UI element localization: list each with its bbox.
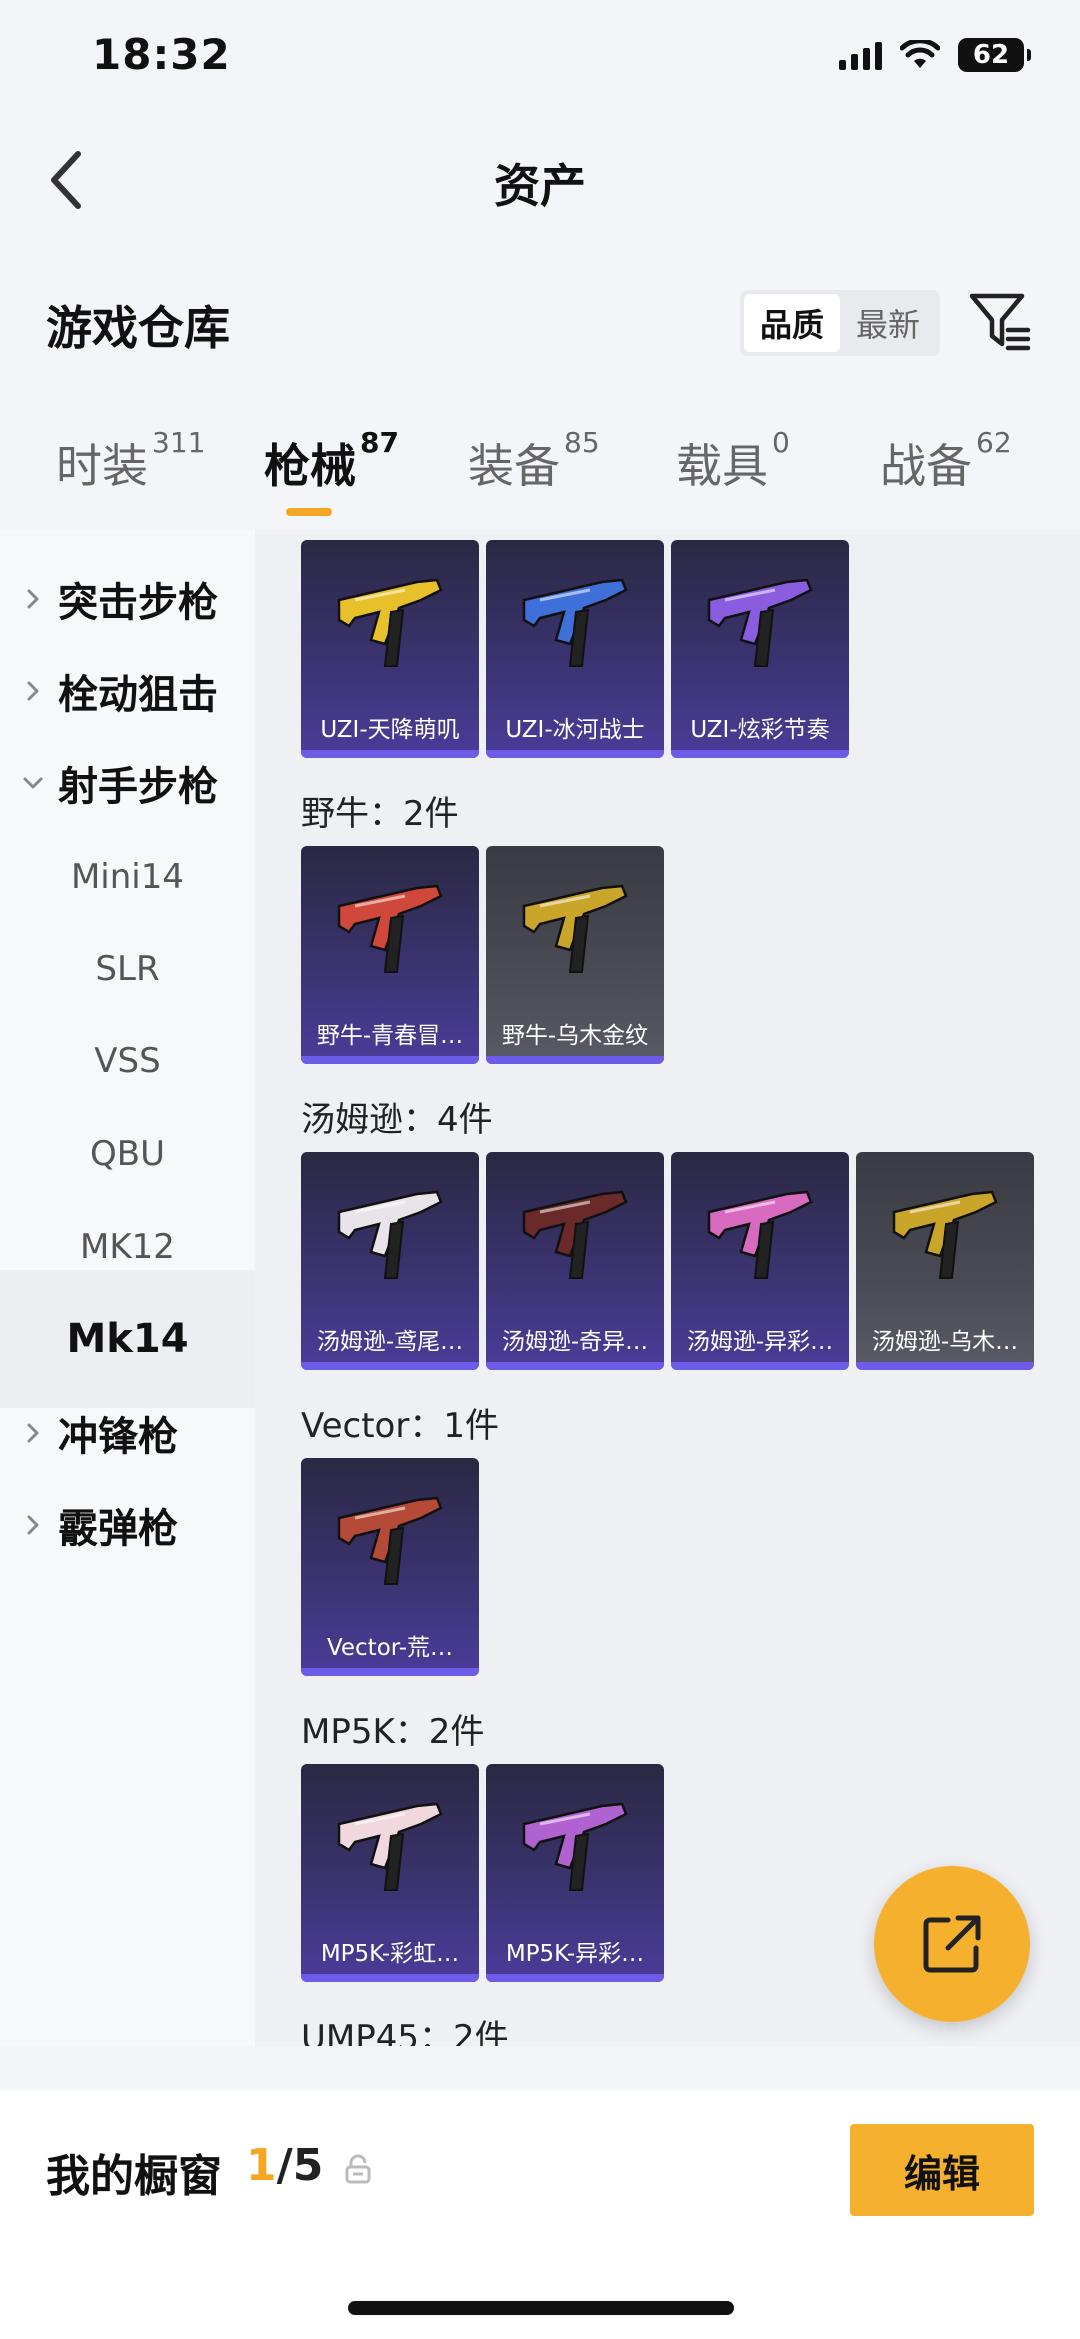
sidebar-item-label: Mini14 (70, 857, 185, 897)
weapon-skin-card[interactable]: UZI-冰河战士 (486, 540, 664, 758)
vector-red-icon (337, 1496, 443, 1585)
weapon-skin-card[interactable]: MP5K-彩虹… (301, 1764, 479, 1982)
weapon-skin-card[interactable]: UZI-天降萌叽 (301, 540, 479, 758)
card-rarity-bar (301, 1056, 479, 1064)
sidebar-item-label: MK12 (80, 1227, 175, 1267)
bizon-red-icon (337, 884, 443, 973)
weapon-skin-name: UZI-炫彩节奏 (690, 717, 830, 743)
external-link-icon (923, 1915, 981, 1973)
sidebar-item-label: Mk14 (66, 1316, 189, 1362)
weapon-skin-card[interactable]: 汤姆逊-奇异… (486, 1152, 664, 1370)
status-icons: 62 (839, 38, 1031, 72)
active-tab-underline (286, 508, 332, 516)
weapon-skin-name: Vector-荒… (326, 1635, 454, 1661)
thompson-white-icon (337, 1190, 443, 1279)
tab-vehicles[interactable]: 载具 0 (676, 426, 790, 496)
weapon-grid: UZI-天降萌叽 UZI-冰河战士 UZI-炫彩节奏野牛：2件野牛-青春冒… 野牛-乌… (255, 530, 1080, 2046)
sidebar-item-label: VSS (94, 1041, 161, 1081)
uzi-purple-icon (707, 578, 813, 667)
weapon-skin-card[interactable]: 野牛-乌木金纹 (486, 846, 664, 1064)
home-indicator (348, 2301, 734, 2315)
weapon-skin-name: 汤姆逊-异彩… (686, 1329, 834, 1355)
share-fab[interactable] (874, 1866, 1030, 2022)
thompson-black-gold-icon (892, 1190, 998, 1279)
lock-icon (344, 2154, 372, 2188)
showcase-count: 1/5 (246, 2140, 324, 2191)
chevron-right-icon (27, 589, 39, 609)
weapon-skin-card[interactable]: MP5K-异彩… (486, 1764, 664, 1982)
tab-fashion[interactable]: 时装 311 (56, 426, 205, 496)
thompson-dark-icon (522, 1190, 628, 1279)
weapon-skin-name: MP5K-异彩… (505, 1941, 645, 1967)
card-rarity-bar (486, 1056, 664, 1064)
weapon-skin-card[interactable]: 野牛-青春冒… (301, 846, 479, 1064)
mp5k-purple-icon (522, 1802, 628, 1891)
sidebar-item-label: 突击步枪 (58, 580, 218, 626)
uzi-gold-icon (337, 578, 443, 667)
edit-button[interactable]: 编辑 (850, 2124, 1034, 2216)
thompson-pink-icon (707, 1190, 813, 1279)
card-rarity-bar (671, 1362, 849, 1370)
weapon-skin-name: 汤姆逊-乌木… (871, 1329, 1019, 1355)
sidebar-item-label: QBU (90, 1134, 165, 1174)
weapon-skin-card[interactable]: 汤姆逊-异彩… (671, 1152, 849, 1370)
weapon-skin-name: MP5K-彩虹… (320, 1941, 460, 1967)
card-rarity-bar (486, 1974, 664, 1982)
uzi-blue-icon (522, 578, 628, 667)
tab-supplies[interactable]: 战备 62 (880, 426, 1012, 496)
tab-equipment[interactable]: 装备 85 (468, 426, 600, 496)
sidebar-item-label: 栓动狙击 (58, 672, 218, 718)
sort-quality-option[interactable]: 品质 (744, 294, 840, 352)
status-time: 18:32 (92, 30, 231, 79)
battery-icon: 62 (958, 38, 1031, 72)
chevron-right-icon (27, 1423, 39, 1443)
showcase-label: 我的橱窗 (46, 2151, 222, 2202)
page-title: 资产 (494, 159, 586, 213)
tab-firearms[interactable]: 枪械 87 (264, 426, 399, 496)
weapon-group-title: 野牛：2件 (301, 794, 459, 834)
weapon-skin-card[interactable]: UZI-炫彩节奏 (671, 540, 849, 758)
sidebar-item-label: 射手步枪 (58, 764, 218, 810)
card-rarity-bar (486, 1362, 664, 1370)
filter-button[interactable] (968, 290, 1032, 354)
category-tabs: 时装 311 枪械 87 装备 85 载具 0 战备 62 (0, 426, 1080, 530)
weapon-skin-name: 野牛-青春冒… (316, 1023, 464, 1049)
sidebar-item-label: 冲锋枪 (58, 1414, 178, 1460)
weapon-skin-name: UZI-天降萌叽 (320, 717, 460, 743)
weapon-skin-name: 汤姆逊-鸢尾… (316, 1329, 464, 1355)
filter-icon (969, 293, 1031, 351)
weapon-group-title: MP5K：2件 (301, 1712, 485, 1752)
card-rarity-bar (301, 1362, 479, 1370)
weapon-skin-card[interactable]: 汤姆逊-乌木… (856, 1152, 1034, 1370)
weapon-skin-card[interactable]: 汤姆逊-鸢尾… (301, 1152, 479, 1370)
weapon-group-title: 汤姆逊：4件 (301, 1100, 493, 1140)
chevron-right-icon (27, 1515, 39, 1535)
warehouse-title: 游戏仓库 (46, 301, 230, 355)
sidebar-item-label: SLR (95, 949, 160, 989)
chevron-down-icon (23, 777, 43, 789)
cellular-signal-icon (839, 40, 882, 70)
weapon-category-sidebar: 突击步枪栓动狙击射手步枪 Mini14 SLR VSS QBU MK12 Mk14 冲锋枪霰弹… (0, 530, 255, 2046)
weapon-skin-name: 野牛-乌木金纹 (501, 1023, 649, 1049)
weapon-group-title: UMP45：2件 (301, 2018, 509, 2046)
card-rarity-bar (301, 1974, 479, 1982)
sort-toggle[interactable]: 品质 最新 (740, 290, 940, 356)
weapon-skin-name: 汤姆逊-奇异… (501, 1329, 649, 1355)
sidebar-item-label: 霰弹枪 (58, 1506, 178, 1552)
weapon-skin-name: UZI-冰河战士 (505, 717, 645, 743)
card-rarity-bar (301, 1668, 479, 1676)
card-rarity-bar (486, 750, 664, 758)
sort-newest-option[interactable]: 最新 (840, 294, 936, 352)
card-rarity-bar (671, 750, 849, 758)
chevron-right-icon (27, 681, 39, 701)
mp5k-pink-icon (337, 1802, 443, 1891)
weapon-group-title: Vector：1件 (301, 1406, 499, 1446)
wifi-icon (900, 40, 940, 68)
weapon-skin-card[interactable]: Vector-荒… (301, 1458, 479, 1676)
sidebar-item-category[interactable]: 霰弹枪 (0, 1456, 255, 1594)
card-rarity-bar (856, 1362, 1034, 1370)
card-rarity-bar (301, 750, 479, 758)
bizon-black-gold-icon (522, 884, 628, 973)
